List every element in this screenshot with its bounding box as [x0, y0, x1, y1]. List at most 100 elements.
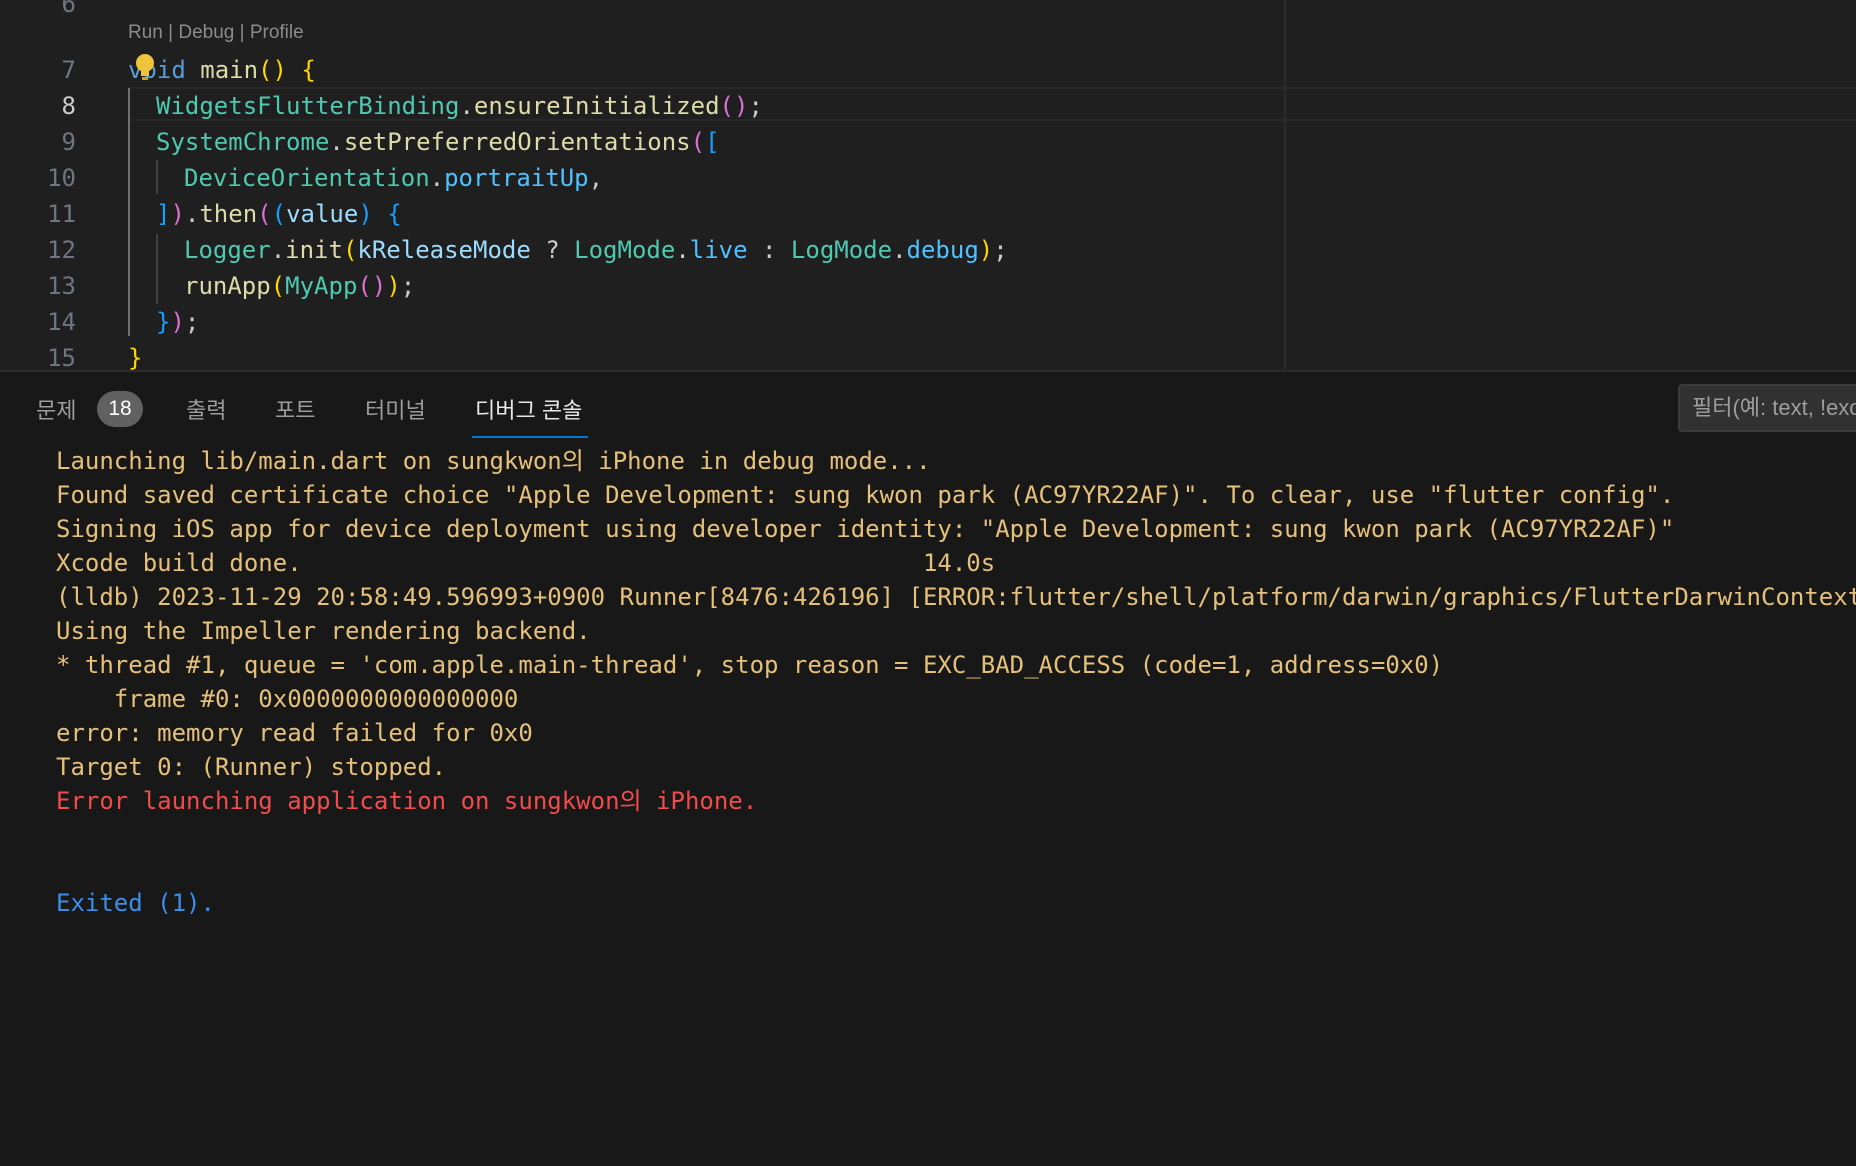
- console-line: Found saved certificate choice "Apple De…: [56, 481, 1675, 509]
- code-token: ;: [993, 236, 1008, 264]
- tab-debug-console[interactable]: 디버그 콘솔: [475, 396, 582, 426]
- tab-terminal[interactable]: 터미널: [365, 396, 426, 426]
- line-number: 14: [47, 308, 76, 336]
- code-token: LogMode: [790, 236, 893, 264]
- code-line: runApp(MyApp());: [184, 268, 415, 304]
- line-number: 11: [47, 200, 76, 228]
- indent-guide: [156, 234, 158, 304]
- tab-ports[interactable]: 포트: [275, 396, 315, 426]
- code-token: }: [156, 308, 171, 336]
- tab-problems[interactable]: 문제: [36, 396, 76, 426]
- code-token: (: [257, 200, 272, 228]
- code-token: (): [719, 92, 749, 120]
- console-line: Signing iOS app for device deployment us…: [56, 515, 1675, 543]
- console-line: Using the Impeller rendering backend.: [56, 617, 591, 645]
- code-token: ]: [156, 200, 171, 228]
- console-line: frame #0: 0x0000000000000000: [56, 685, 519, 713]
- code-token: [: [705, 128, 720, 156]
- code-token: ): [386, 272, 401, 300]
- code-token: .: [892, 236, 907, 264]
- code-token: (): [258, 56, 287, 84]
- code-token: value: [286, 200, 359, 228]
- line-number: 12: [47, 236, 76, 264]
- code-token: (: [342, 236, 358, 264]
- bottom-panel: 문제 18 출력 포트 터미널 디버그 콘솔 Launching lib/mai…: [0, 370, 1856, 1166]
- code-token: ;: [400, 272, 416, 300]
- code-token: (: [271, 200, 287, 228]
- code-token: Logger: [184, 236, 271, 264]
- code-token: init: [285, 236, 343, 264]
- code-token: (: [270, 272, 286, 300]
- minimap-divider: [1284, 0, 1286, 370]
- code-token: .: [184, 200, 200, 228]
- console-line: Xcode build done. 14.0s: [56, 549, 996, 577]
- code-line: Logger.init(kReleaseMode ? LogMode.live …: [184, 232, 1008, 268]
- code-token: (: [690, 128, 706, 156]
- console-line: Exited (1).: [56, 889, 215, 917]
- code-line: }: [128, 340, 142, 370]
- indent-guide: [156, 160, 158, 194]
- code-token: runApp: [184, 272, 271, 300]
- code-token: ;: [748, 92, 763, 120]
- code-token: ): [978, 236, 994, 264]
- code-line: DeviceOrientation.portraitUp,: [184, 160, 603, 196]
- line-number: 6: [61, 0, 76, 18]
- code-token: kReleaseMode: [357, 236, 531, 264]
- console-line: Launching lib/main.dart on sungkwon의 iPh…: [56, 447, 931, 475]
- code-token: .: [329, 128, 344, 156]
- code-token: main: [200, 56, 259, 84]
- code-line: SystemChrome.setPreferredOrientations([: [156, 124, 720, 160]
- code-token: ;: [184, 308, 200, 336]
- code-line: void main() {: [128, 52, 316, 88]
- code-token: SystemChrome: [156, 128, 330, 156]
- code-token: setPreferredOrientations: [343, 128, 691, 156]
- code-token: ): [358, 200, 373, 228]
- code-token: ensureInitialized: [473, 92, 720, 120]
- code-token: then: [199, 200, 258, 228]
- indent-guide-active: [128, 88, 130, 336]
- line-number: 15: [47, 344, 76, 370]
- code-editor[interactable]: 6 7 8 9 10 11 12 13 14 15 Run | Debug | Profile v…: [0, 0, 1856, 370]
- code-token: DeviceOrientation: [184, 164, 430, 192]
- code-line: WidgetsFlutterBinding.ensureInitialized(…: [156, 88, 763, 124]
- tab-output[interactable]: 출력: [186, 396, 226, 426]
- code-token: portraitUp: [444, 164, 589, 192]
- code-token: LogMode: [574, 236, 676, 264]
- code-token: }: [128, 344, 143, 370]
- debug-console-output: Launching lib/main.dart on sungkwon의 iPh…: [56, 444, 1856, 920]
- lightbulb-icon[interactable]: [134, 53, 156, 81]
- active-tab-indicator: [472, 436, 588, 438]
- code-token: .: [675, 236, 690, 264]
- code-token: {: [301, 56, 316, 84]
- codelens-run-debug-profile[interactable]: Run | Debug | Profile: [128, 22, 304, 44]
- code-token: .: [429, 164, 445, 192]
- console-spacer: [56, 818, 1856, 886]
- code-token: MyApp: [285, 272, 358, 300]
- code-line: });: [156, 304, 199, 340]
- problems-count-badge: 18: [97, 391, 143, 427]
- code-token: live: [689, 236, 748, 264]
- code-token: (): [357, 272, 387, 300]
- line-number: 7: [61, 56, 76, 84]
- code-token: .: [459, 92, 474, 120]
- console-line: (lldb) 2023-11-29 20:58:49.596993+0900 R…: [56, 583, 1856, 611]
- filter-input[interactable]: [1678, 384, 1856, 432]
- code-token: ): [170, 200, 185, 228]
- code-token: {: [387, 200, 402, 228]
- line-number: 8: [61, 92, 76, 120]
- code-token: WidgetsFlutterBinding: [156, 92, 460, 120]
- line-number: 9: [61, 128, 76, 156]
- code-token: debug: [906, 236, 979, 264]
- code-token: :: [747, 236, 791, 264]
- code-token: ?: [530, 236, 575, 264]
- code-line: ]).then((value) {: [156, 196, 402, 232]
- console-line: error: memory read failed for 0x0: [56, 719, 533, 747]
- console-line: Error launching application on sungkwon의…: [56, 787, 758, 815]
- line-number: 13: [47, 272, 76, 300]
- code-token: ,: [588, 164, 604, 192]
- code-token: .: [270, 236, 286, 264]
- code-token: ): [170, 308, 185, 336]
- line-number: 10: [47, 164, 76, 192]
